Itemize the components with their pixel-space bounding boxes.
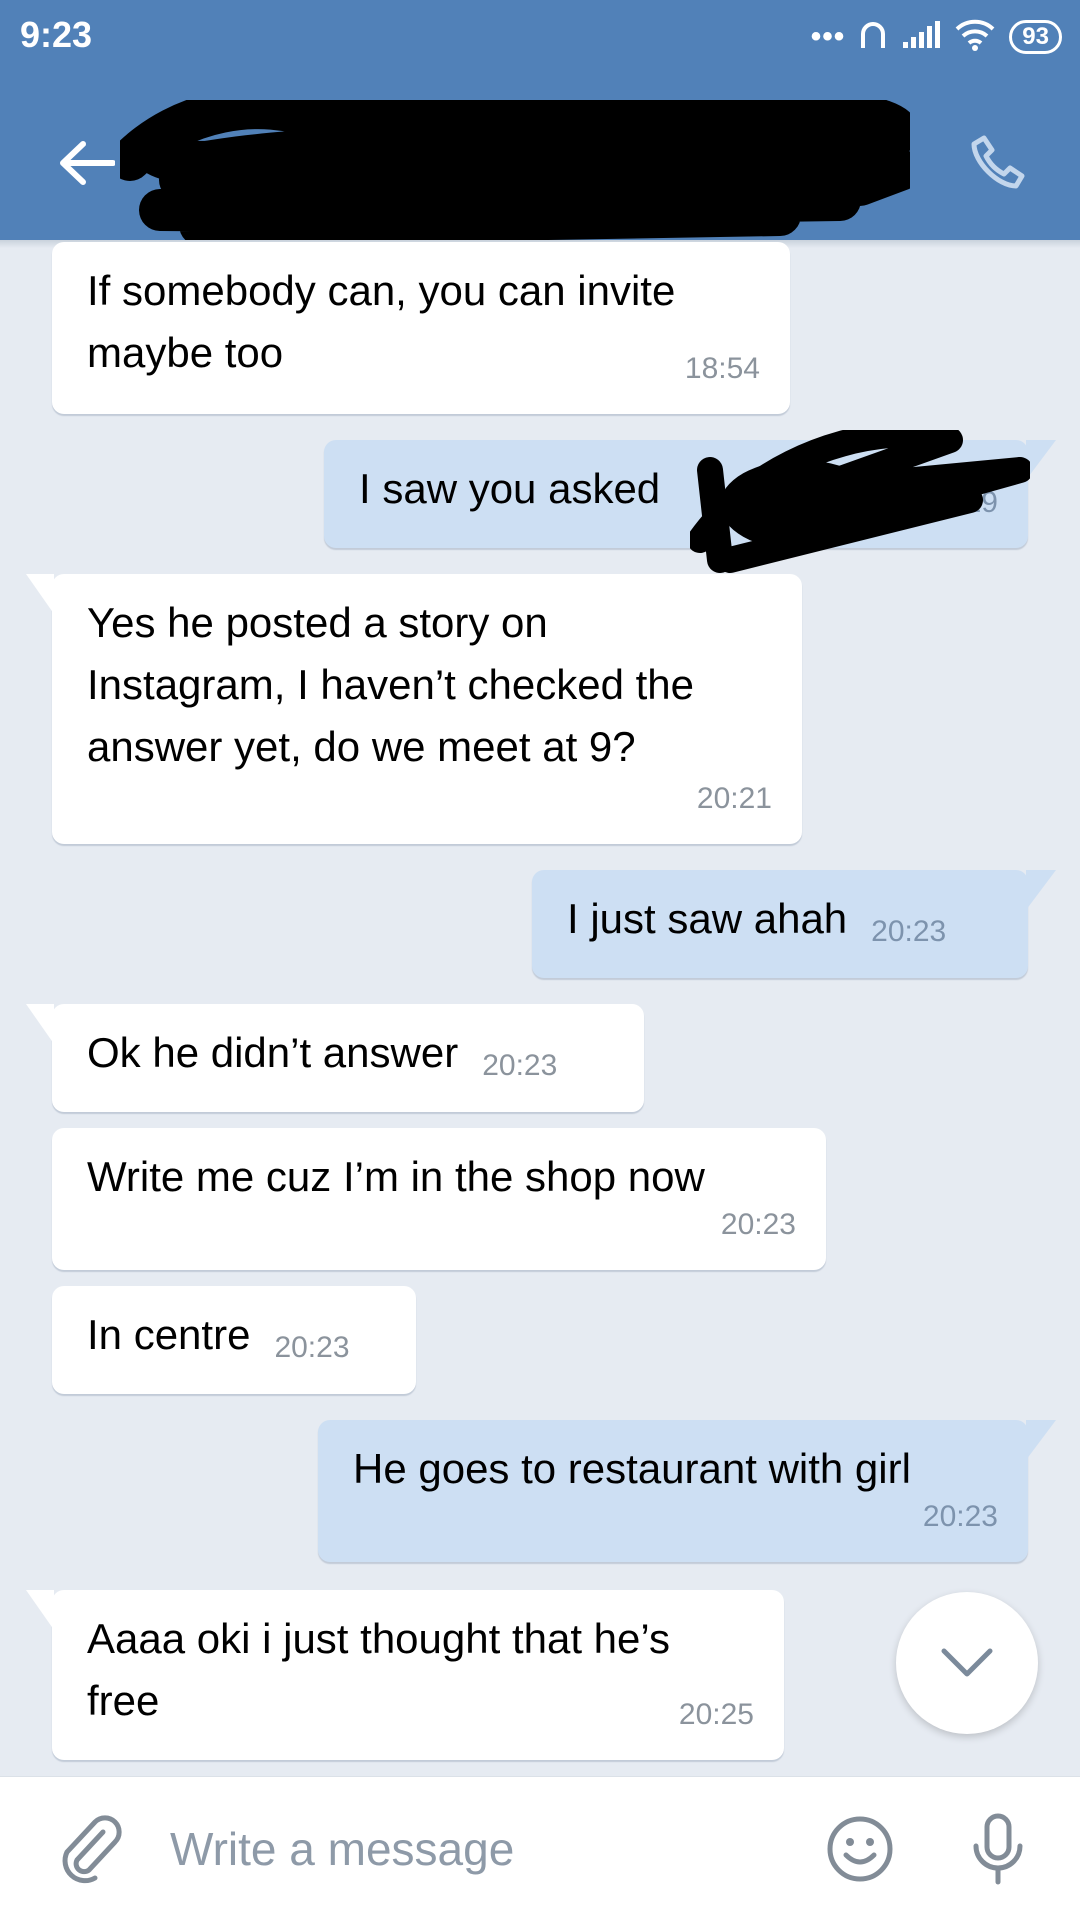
chevron-down-icon	[941, 1648, 993, 1677]
message-composer	[0, 1776, 1080, 1920]
status-time: 9:23	[20, 14, 93, 55]
toolbar	[0, 100, 1080, 240]
status-icons: ••• 93	[811, 16, 1062, 58]
attach-button[interactable]	[50, 1809, 130, 1889]
message-time: 20:23	[922, 1500, 998, 1533]
message-incoming[interactable]: Write me cuz I’m in the shop now 20:23	[52, 1128, 826, 1270]
scroll-down-button[interactable]	[896, 1592, 1038, 1734]
message-text: If somebody can, you can invite maybe to…	[87, 267, 676, 376]
message-incoming[interactable]: If somebody can, you can invite maybe to…	[52, 242, 790, 414]
message-body: Ok he didn’t answer	[87, 1029, 459, 1076]
phone-icon	[971, 135, 1025, 189]
headphones-icon	[859, 20, 887, 55]
message-outgoing[interactable]: He goes to restaurant with girl 20:23	[318, 1420, 1056, 1562]
redaction-scribble	[690, 430, 1030, 573]
message-body: I just saw ahah	[567, 895, 848, 942]
message-text: He goes to restaurant with girl	[353, 1445, 911, 1492]
message-incoming[interactable]: Yes he posted a story on Instagram, I ha…	[26, 574, 802, 844]
message-text: Aaaa oki i just thought that he’s free	[87, 1615, 670, 1724]
message-body: In centre	[87, 1311, 251, 1358]
message-incoming[interactable]: Ok he didn’t answer 20:23	[26, 1004, 644, 1112]
paperclip-icon	[62, 1815, 122, 1884]
status-bar: 9:23 ••• 93	[0, 0, 1080, 72]
message-text: Ok he didn’t answer 20:23	[87, 1022, 610, 1097]
message-text: In centre 20:23	[87, 1304, 382, 1379]
message-time: 20:23	[871, 915, 947, 948]
message-text: Write me cuz I’m in the shop now	[87, 1153, 705, 1200]
message-incoming[interactable]: In centre 20:23	[52, 1286, 416, 1394]
back-button[interactable]	[52, 128, 122, 198]
notification-dots-icon: •••	[810, 20, 846, 53]
message-text: Yes he posted a story on Instagram, I ha…	[87, 599, 695, 770]
microphone-icon	[973, 1813, 1023, 1885]
smile-icon	[827, 1816, 893, 1882]
message-time: 18:54	[684, 352, 760, 385]
emoji-button[interactable]	[820, 1809, 900, 1889]
battery-icon: 93	[1009, 20, 1062, 54]
message-time: 20:21	[696, 782, 772, 815]
arrow-left-icon	[60, 141, 115, 185]
call-button[interactable]	[958, 122, 1038, 202]
signal-icon	[901, 20, 941, 55]
message-time: 20:23	[720, 1208, 796, 1241]
message-time: 20:23	[274, 1331, 350, 1364]
redacted-contact-name	[120, 100, 910, 240]
message-incoming[interactable]: Aaaa oki i just thought that he’s free 2…	[26, 1590, 784, 1760]
wifi-icon	[955, 19, 995, 56]
message-input[interactable]	[170, 1807, 790, 1891]
message-time: 20:23	[482, 1049, 558, 1082]
microphone-button[interactable]	[958, 1805, 1038, 1895]
message-text: I just saw ahah 20:23	[567, 888, 994, 963]
chat-header: 9:23 ••• 93	[0, 0, 1080, 240]
message-time: 20:25	[678, 1698, 754, 1731]
message-outgoing[interactable]: I just saw ahah 20:23	[532, 870, 1056, 978]
